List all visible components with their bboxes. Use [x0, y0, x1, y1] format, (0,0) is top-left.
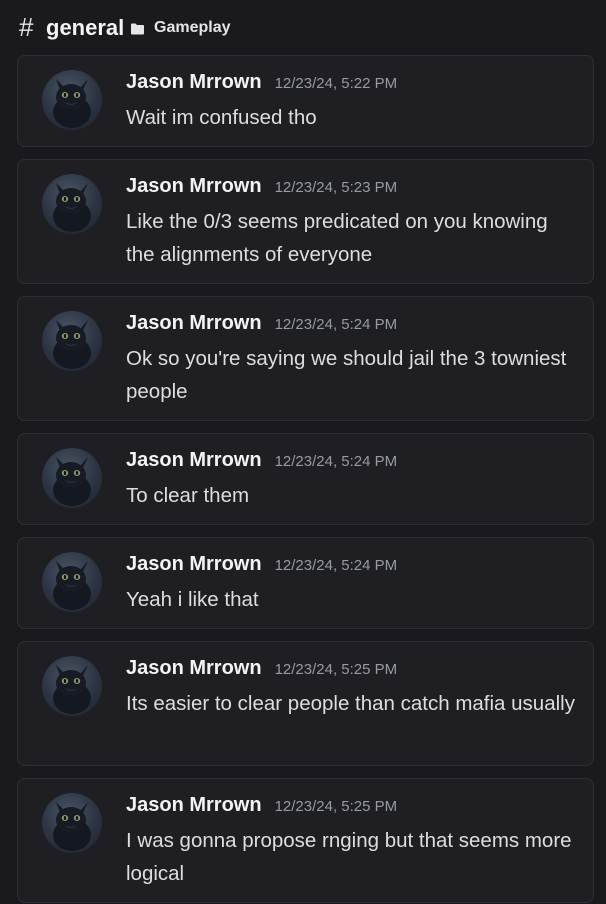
avatar[interactable]: [42, 311, 102, 371]
message-timestamp: 12/23/24, 5:25 PM: [274, 798, 398, 815]
folder-icon: [130, 22, 145, 35]
message-timestamp: 12/23/24, 5:24 PM: [274, 316, 398, 333]
avatar[interactable]: [42, 174, 102, 234]
category-name[interactable]: Gameplay: [154, 17, 230, 39]
avatar[interactable]: [42, 448, 102, 508]
author-name[interactable]: Jason Mrrown: [126, 175, 262, 198]
channel-header: # general Gameplay: [0, 0, 606, 56]
message-meta: Jason Mrrown 12/23/24, 5:24 PM: [126, 312, 397, 335]
author-name[interactable]: Jason Mrrown: [126, 449, 262, 472]
avatar[interactable]: [42, 70, 102, 130]
message-text: Yeah i like that: [126, 588, 259, 611]
message-meta: Jason Mrrown 12/23/24, 5:23 PM: [126, 175, 397, 198]
avatar[interactable]: [42, 656, 102, 716]
avatar[interactable]: [42, 793, 102, 853]
channel-name[interactable]: general: [46, 14, 124, 42]
message-timestamp: 12/23/24, 5:25 PM: [274, 661, 398, 678]
message-meta: Jason Mrrown 12/23/24, 5:24 PM: [126, 449, 397, 472]
author-name[interactable]: Jason Mrrown: [126, 657, 262, 680]
message-timestamp: 12/23/24, 5:22 PM: [274, 75, 398, 92]
message-text: Like the 0/3 seems predicated on you kno…: [126, 210, 548, 266]
message-card[interactable]: Jason Mrrown 12/23/24, 5:24 PM Ok so you'r…: [17, 296, 594, 421]
message-text: To clear them: [126, 484, 250, 507]
message-meta: Jason Mrrown 12/23/24, 5:25 PM: [126, 794, 397, 817]
channel-hash-icon: #: [19, 12, 34, 42]
message-meta: Jason Mrrown 12/23/24, 5:24 PM: [126, 553, 397, 576]
message-card[interactable]: Jason Mrrown 12/23/24, 5:25 PM I was gonna…: [17, 778, 594, 903]
avatar[interactable]: [42, 552, 102, 612]
message-text: Wait im confused tho: [126, 106, 317, 129]
message-timestamp: 12/23/24, 5:24 PM: [274, 453, 398, 470]
message-card[interactable]: Jason Mrrown 12/23/24, 5:25 PM Its easier …: [17, 641, 594, 766]
message-card[interactable]: Jason Mrrown 12/23/24, 5:24 PM Yeah i like…: [17, 537, 594, 629]
message-card[interactable]: Jason Mrrown 12/23/24, 5:23 PM Like the 0/…: [17, 159, 594, 284]
message-card[interactable]: Jason Mrrown 12/23/24, 5:24 PM To clear th…: [17, 433, 594, 525]
message-timestamp: 12/23/24, 5:23 PM: [274, 179, 398, 196]
author-name[interactable]: Jason Mrrown: [126, 553, 262, 576]
author-name[interactable]: Jason Mrrown: [126, 71, 262, 94]
message-card[interactable]: Jason Mrrown 12/23/24, 5:22 PM Wait im con…: [17, 55, 594, 147]
message-meta: Jason Mrrown 12/23/24, 5:22 PM: [126, 71, 397, 94]
message-text: I was gonna propose rnging but that seem…: [126, 829, 572, 885]
message-meta: Jason Mrrown 12/23/24, 5:25 PM: [126, 657, 397, 680]
message-text: Ok so you're saying we should jail the 3…: [126, 347, 567, 403]
author-name[interactable]: Jason Mrrown: [126, 794, 262, 817]
message-text: Its easier to clear people than catch ma…: [126, 692, 575, 715]
message-timestamp: 12/23/24, 5:24 PM: [274, 557, 398, 574]
author-name[interactable]: Jason Mrrown: [126, 312, 262, 335]
